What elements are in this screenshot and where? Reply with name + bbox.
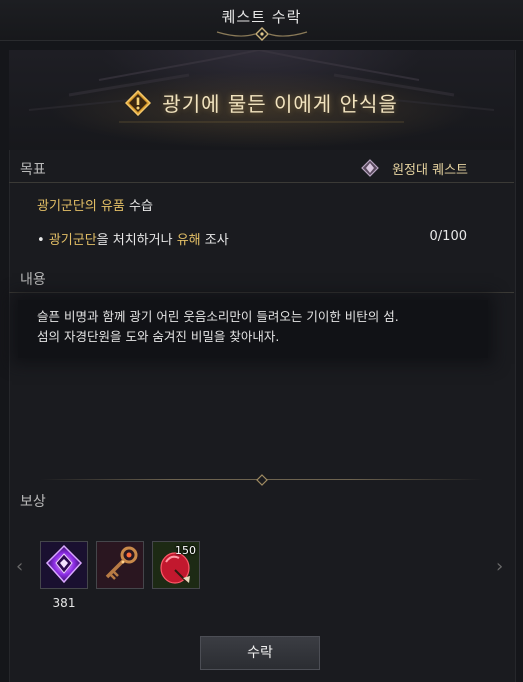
- divider-diamond-icon: [256, 474, 268, 486]
- reward-1-amount: 381: [52, 596, 76, 610]
- objective-subtask: • 광기군단을 처치하거나 유해 조사: [37, 229, 229, 248]
- window-title: 퀘스트 수락: [221, 8, 302, 26]
- quest-alert-icon: [125, 89, 152, 116]
- reward-prev-arrow[interactable]: ‹: [16, 556, 23, 577]
- quest-type: 원정대 퀘스트: [392, 163, 468, 178]
- objective-progress: 0/100: [429, 229, 467, 244]
- objective-target-2: 유해: [176, 233, 201, 248]
- reward-slot-1[interactable]: [40, 541, 88, 589]
- quest-name: 광기에 물든 이에게 안식을: [162, 92, 398, 116]
- objective-title-rest: 수습: [124, 199, 153, 214]
- reward-label: 보상: [20, 494, 46, 510]
- description-line-2: 섬의 자경단원을 도와 숨겨진 비밀을 찾아내자.: [37, 329, 280, 344]
- objective-text-1: 을 처치하거나: [96, 233, 177, 248]
- window-titlebar: 퀘스트 수락: [0, 0, 523, 41]
- content-label: 내용: [20, 272, 46, 288]
- accept-button[interactable]: 수락: [200, 636, 320, 670]
- bullet: •: [37, 233, 45, 248]
- reward-slot-2[interactable]: [96, 541, 144, 589]
- content-header: 내용: [9, 264, 514, 293]
- description-line-1: 슬픈 비명과 함께 광기 어린 웃음소리만이 들려오는 기이한 비탄의 섬.: [37, 309, 399, 324]
- objective-header: 목표 원정대 퀘스트: [9, 154, 514, 183]
- objective-title: 광기군단의 유품 수습: [37, 195, 153, 214]
- ornate-key-icon: [97, 542, 143, 588]
- objective-text-2: 조사: [200, 233, 229, 248]
- quest-description: 슬픈 비명과 함께 광기 어린 웃음소리만이 들려오는 기이한 비탄의 섬. 섬…: [37, 307, 487, 347]
- reward-slot-3[interactable]: 150: [152, 541, 200, 589]
- title-ornament-icon: [216, 27, 308, 41]
- objective-target-1: 광기군단: [48, 233, 97, 248]
- purple-crystal-icon: [41, 542, 87, 588]
- reward-3-count: 150: [175, 544, 196, 557]
- quest-banner: 광기에 물든 이에게 안식을: [9, 50, 514, 150]
- objective-label: 목표: [20, 162, 46, 178]
- objective-title-highlight: 광기군단의 유품: [37, 199, 125, 214]
- reward-next-arrow[interactable]: ›: [496, 556, 503, 577]
- expedition-quest-icon: [361, 159, 379, 177]
